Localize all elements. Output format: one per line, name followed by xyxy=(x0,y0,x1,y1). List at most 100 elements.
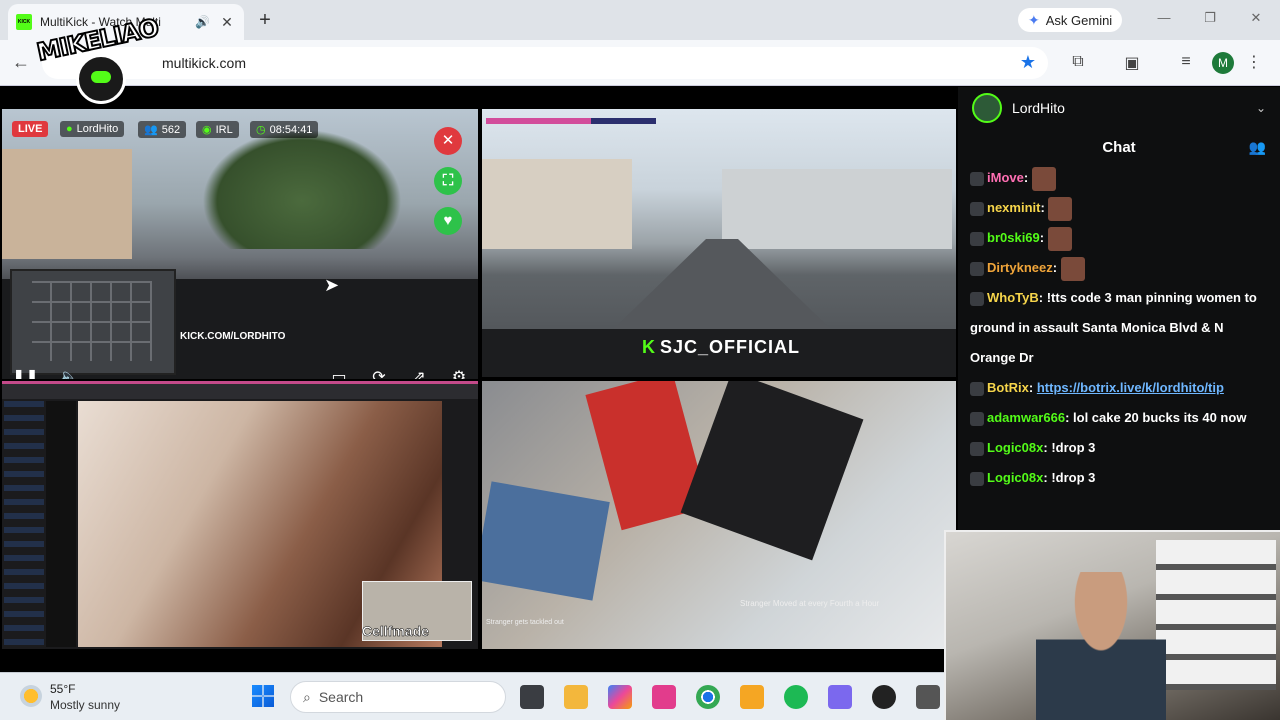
spotify-icon[interactable] xyxy=(784,685,808,709)
chat-messages: iMove: nexminit: br0ski69: Dirtykneez: W… xyxy=(970,163,1270,523)
webcam-feed xyxy=(944,530,1280,720)
user-badge-icon xyxy=(970,201,984,216)
chat-title: Chat xyxy=(1102,139,1136,156)
chat-username[interactable]: nexminit xyxy=(987,200,1040,215)
ask-gemini-button[interactable]: ✦ Ask Gemini xyxy=(1018,8,1123,32)
user-badge-icon xyxy=(970,261,984,276)
chat-message: BotRix: https://botrix.live/k/lordhito/t… xyxy=(970,373,1270,403)
chat-username[interactable]: WhoTyB xyxy=(987,290,1039,305)
new-tab-button[interactable]: + xyxy=(254,9,276,31)
extensions-icon[interactable]: ⧉ xyxy=(1068,53,1088,71)
chat-link[interactable]: https://botrix.live/k/lordhito/tip xyxy=(1037,380,1224,395)
user-badge-icon xyxy=(970,291,984,306)
stream-label-text: SJC_OFFICIAL xyxy=(660,337,801,357)
scene-blue-shape xyxy=(482,481,610,601)
bookmark-star-icon[interactable]: ★ xyxy=(1020,52,1036,73)
media-control-icon[interactable]: ≡ xyxy=(1176,53,1196,71)
embedded-browser-bar xyxy=(2,381,478,399)
file-explorer-icon[interactable] xyxy=(564,685,588,709)
weather-temperature[interactable]: 55°F xyxy=(50,682,75,696)
pause-icon[interactable]: ❚❚ xyxy=(12,367,39,379)
search-placeholder: Search xyxy=(318,689,364,705)
chat-text: lol cake 20 bucks its 40 now xyxy=(1073,410,1247,425)
close-tab-icon[interactable]: ✕ xyxy=(218,14,236,31)
obs-icon[interactable] xyxy=(872,685,896,709)
favorite-heart-icon[interactable]: ♥ xyxy=(434,207,462,235)
minimize-icon[interactable]: — xyxy=(1154,10,1174,25)
brightness-app-icon[interactable] xyxy=(740,685,764,709)
back-arrow-icon[interactable]: ← xyxy=(12,52,30,73)
chat-emote-icon xyxy=(1048,196,1073,221)
stream-tile-2[interactable]: K SJC_OFFICIAL xyxy=(482,109,956,377)
stream-tile-4[interactable]: Stranger Moved at every Fourth a Hour St… xyxy=(482,381,956,649)
settings-gear-icon[interactable]: ⚙ xyxy=(448,367,470,379)
chat-username[interactable]: br0ski69 xyxy=(987,230,1040,245)
restore-icon[interactable]: ❐ xyxy=(1200,10,1220,26)
chat-username[interactable]: adamwar666 xyxy=(987,410,1065,425)
cast-icon[interactable]: ▣ xyxy=(1122,53,1142,73)
chat-username[interactable]: Logic08x xyxy=(987,440,1043,455)
chat-channel-header[interactable]: LordHito ⌄ xyxy=(958,87,1280,129)
chat-username[interactable]: Dirtykneez xyxy=(987,260,1053,275)
stream-tile-3[interactable]: Cellfmade xyxy=(2,381,478,649)
channel-avatar xyxy=(972,93,1002,123)
chat-message: nexminit: xyxy=(970,193,1270,223)
chat-username[interactable]: BotRix xyxy=(987,380,1029,395)
close-window-icon[interactable]: ✕ xyxy=(1246,10,1266,26)
open-external-icon[interactable]: ⇗ xyxy=(408,367,430,379)
chat-emote-icon xyxy=(1031,166,1056,191)
webcam-person xyxy=(1036,572,1166,720)
chat-separator: : xyxy=(1039,230,1048,245)
scene-building-left xyxy=(482,159,632,249)
reload-icon[interactable]: ⟳ xyxy=(368,367,390,379)
overlay-kick-url: KICK.COM/LORDHITO xyxy=(180,331,286,342)
app-icon[interactable] xyxy=(828,685,852,709)
chrome-icon[interactable] xyxy=(696,685,720,709)
chat-message: Logic08x: !drop 3 xyxy=(970,463,1270,493)
chat-message: Dirtykneez: xyxy=(970,253,1270,283)
stream-tile-1[interactable]: LIVE ● LordHito 👥 562 ◉ IRL ◷ 08:54:41 ✕… xyxy=(2,109,478,379)
chat-panel: LordHito ⌄ Chat 👥 iMove: nexminit: br0sk… xyxy=(958,87,1280,530)
speaker-icon[interactable]: 🔊 xyxy=(195,15,210,29)
address-bar[interactable]: multikick.com ★ xyxy=(42,47,1048,79)
fullscreen-icon[interactable]: ⛶ xyxy=(434,167,462,195)
copilot-icon[interactable] xyxy=(608,685,632,709)
profile-avatar[interactable]: M xyxy=(1212,52,1234,74)
chat-message: br0ski69: xyxy=(970,223,1270,253)
url-text: multikick.com xyxy=(162,55,247,71)
chat-message: iMove: xyxy=(970,163,1270,193)
streamer-logo: MIKELIAO xyxy=(30,12,170,106)
chat-message: Logic08x: !drop 3 xyxy=(970,433,1270,463)
taskbar-search[interactable]: ⌕ Search xyxy=(290,681,506,713)
chat-text: !drop 3 xyxy=(1051,440,1096,455)
windows-start-icon[interactable] xyxy=(252,685,274,707)
scene-dark-shape xyxy=(680,381,864,561)
chat-separator: : xyxy=(1023,170,1032,185)
chat-username[interactable]: Logic08x xyxy=(987,470,1043,485)
tray-app-icon[interactable] xyxy=(916,685,940,709)
volume-icon[interactable]: 🔈 xyxy=(58,367,80,379)
picture-in-picture-icon[interactable]: ▭ xyxy=(328,367,350,379)
gemini-icon: ✦ xyxy=(1028,11,1040,28)
logo-face-icon xyxy=(76,54,126,104)
scene-trees xyxy=(202,129,402,249)
menu-kebab-icon[interactable]: ⋮ xyxy=(1246,52,1262,72)
category-stat: ◉ IRL xyxy=(196,121,239,138)
user-badge-icon xyxy=(970,171,984,186)
screen: KICK MultiKick - Watch Multi 🔊 ✕ + ✦ Ask… xyxy=(0,0,1280,720)
user-badge-icon xyxy=(970,441,984,456)
remove-stream-button[interactable]: ✕ xyxy=(434,127,462,155)
channel-stat: ● LordHito xyxy=(60,121,125,137)
chat-users-icon[interactable]: 👥 xyxy=(1249,139,1266,156)
chevron-down-icon[interactable]: ⌄ xyxy=(1256,101,1266,115)
scene-building xyxy=(2,149,132,259)
weather-sun-icon[interactable] xyxy=(20,685,42,707)
chat-username[interactable]: iMove xyxy=(987,170,1024,185)
weather-condition[interactable]: Mostly sunny xyxy=(50,698,120,712)
picsart-icon[interactable] xyxy=(652,685,676,709)
task-view-icon[interactable] xyxy=(520,685,544,709)
category-value: IRL xyxy=(215,123,233,136)
chat-message: adamwar666: lol cake 20 bucks its 40 now xyxy=(970,403,1270,433)
uptime-value: 08:54:41 xyxy=(269,123,313,136)
user-badge-icon xyxy=(970,471,984,486)
